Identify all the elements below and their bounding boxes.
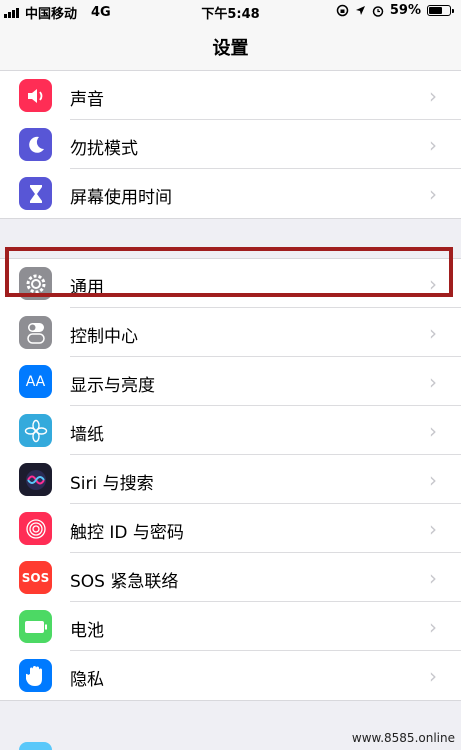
row-label: 电池 bbox=[70, 621, 104, 641]
page-title: 设置 bbox=[212, 38, 249, 59]
row-label: 触控 ID 与密码 bbox=[70, 523, 184, 543]
settings-row-control-center[interactable]: 控制中心 › bbox=[0, 308, 461, 357]
hand-icon bbox=[19, 659, 52, 692]
row-label: 屏幕使用时间 bbox=[70, 188, 172, 208]
speaker-icon bbox=[19, 79, 52, 112]
aa-glyph: AA bbox=[25, 373, 46, 390]
fingerprint-icon bbox=[19, 512, 52, 545]
chevron-right-icon: › bbox=[429, 566, 437, 590]
row-label: 隐私 bbox=[70, 670, 104, 690]
row-label: 勿扰模式 bbox=[70, 139, 138, 159]
chevron-right-icon: › bbox=[429, 321, 437, 345]
chevron-right-icon: › bbox=[429, 272, 437, 296]
settings-row-screen-time[interactable]: 屏幕使用时间 › bbox=[0, 169, 461, 218]
settings-row-battery[interactable]: 电池 › bbox=[0, 602, 461, 651]
status-bar: 中国移动 4G 下午5:48 59% bbox=[0, 0, 461, 22]
settings-row-display[interactable]: AA 显示与亮度 › bbox=[0, 357, 461, 406]
chevron-right-icon: › bbox=[429, 133, 437, 157]
chevron-right-icon: › bbox=[429, 182, 437, 206]
nav-bar: 设置 bbox=[0, 22, 461, 71]
alarm-icon bbox=[372, 5, 384, 17]
chevron-right-icon: › bbox=[429, 370, 437, 394]
chevron-right-icon: › bbox=[429, 615, 437, 639]
flower-icon bbox=[19, 414, 52, 447]
settings-group-2: 通用 › 控制中心 › AA 显示与亮度 › 墙纸 › Siri 与搜索 › 触… bbox=[0, 258, 461, 701]
settings-row-sos[interactable]: SOS SOS 紧急联络 › bbox=[0, 553, 461, 602]
lock-rotation-icon bbox=[336, 4, 349, 17]
watermark: www.8585.online bbox=[351, 731, 455, 745]
chevron-right-icon: › bbox=[429, 517, 437, 541]
row-label: 墙纸 bbox=[70, 425, 104, 445]
chevron-right-icon: › bbox=[429, 468, 437, 492]
row-label: Siri 与搜索 bbox=[70, 474, 154, 494]
row-label: 通用 bbox=[70, 278, 104, 298]
settings-row-siri[interactable]: Siri 与搜索 › bbox=[0, 455, 461, 504]
chevron-right-icon: › bbox=[429, 664, 437, 688]
gear-icon bbox=[19, 267, 52, 300]
sos-glyph: SOS bbox=[21, 570, 50, 585]
siri-icon bbox=[19, 463, 52, 496]
row-label: 声音 bbox=[70, 90, 104, 110]
settings-row-sound[interactable]: 声音 › bbox=[0, 71, 461, 120]
toggles-icon bbox=[19, 316, 52, 349]
chevron-right-icon: › bbox=[429, 419, 437, 443]
sos-icon: SOS bbox=[19, 561, 52, 594]
moon-icon bbox=[19, 128, 52, 161]
row-label: 显示与亮度 bbox=[70, 376, 155, 396]
settings-group-1: 声音 › 勿扰模式 › 屏幕使用时间 › bbox=[0, 70, 461, 219]
row-label: 控制中心 bbox=[70, 327, 138, 347]
battery-icon bbox=[427, 5, 454, 16]
battery-icon bbox=[19, 610, 52, 643]
chevron-right-icon: › bbox=[429, 84, 437, 108]
location-icon bbox=[355, 6, 365, 15]
settings-row-dnd[interactable]: 勿扰模式 › bbox=[0, 120, 461, 169]
settings-row-privacy[interactable]: 隐私 › bbox=[0, 651, 461, 700]
settings-row-touch-id[interactable]: 触控 ID 与密码 › bbox=[0, 504, 461, 553]
battery-percent: 59% bbox=[389, 3, 421, 18]
status-right: 59% bbox=[336, 3, 454, 18]
aa-icon: AA bbox=[19, 365, 52, 398]
hourglass-icon bbox=[19, 177, 52, 210]
settings-row-general[interactable]: 通用 › bbox=[0, 259, 461, 308]
settings-row-wallpaper[interactable]: 墙纸 › bbox=[0, 406, 461, 455]
row-label: SOS 紧急联络 bbox=[70, 572, 179, 592]
